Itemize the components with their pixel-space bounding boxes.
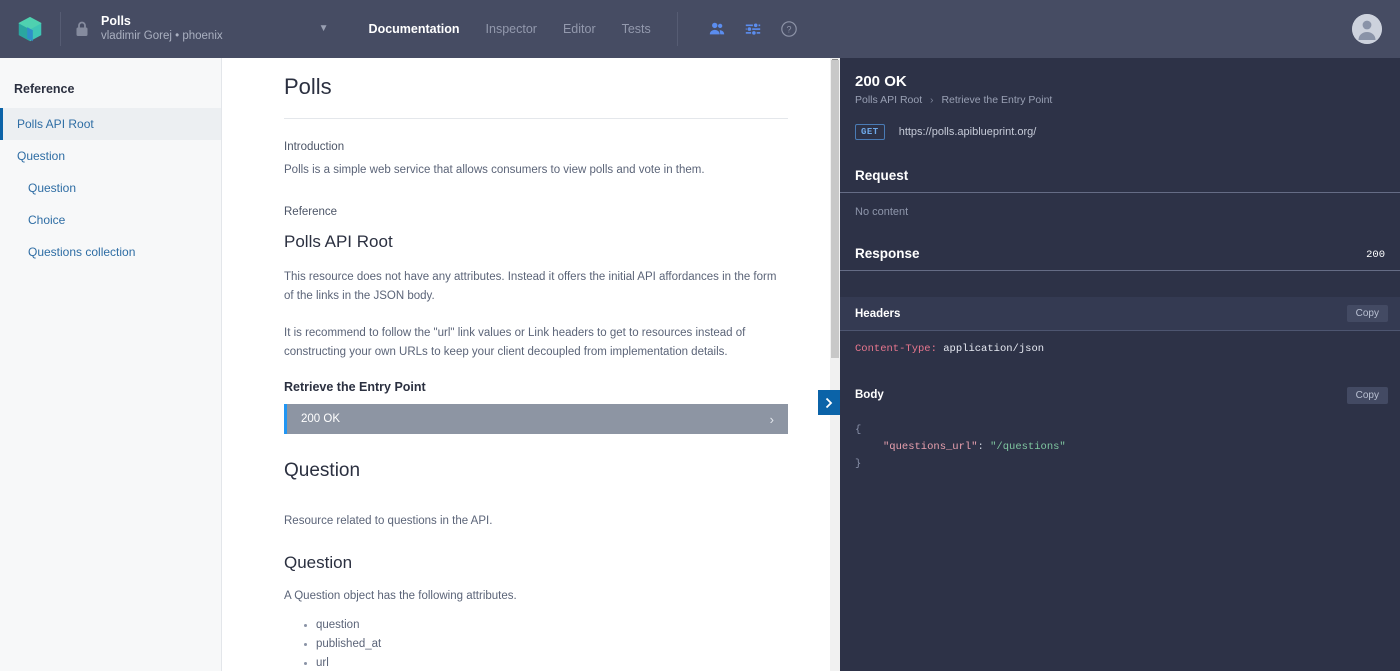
action-heading-retrieve-entry-point: Retrieve the Entry Point bbox=[284, 380, 426, 394]
request-section-label: Request bbox=[855, 168, 909, 183]
question-paragraph: A Question object has the following attr… bbox=[284, 590, 517, 602]
request-url[interactable]: https://polls.apiblueprint.org/ bbox=[899, 126, 1037, 138]
main-tabs: Documentation Inspector Editor Tests bbox=[369, 0, 651, 58]
response-panel-header: 200 OK Polls API Root › Retrieve the Ent… bbox=[840, 58, 1400, 116]
breadcrumb: Polls API Root › Retrieve the Entry Poin… bbox=[855, 94, 1385, 106]
introduction-text: Polls is a simple web service that allow… bbox=[284, 164, 705, 176]
lock-icon bbox=[76, 21, 88, 36]
response-headers-code: Content-Type: application/json bbox=[840, 331, 1400, 358]
action-bar-label: 200 OK bbox=[301, 413, 340, 425]
breadcrumb-parent[interactable]: Polls API Root bbox=[855, 94, 922, 106]
polls-api-root-paragraph-2: It is recommend to follow the "url" link… bbox=[284, 327, 746, 358]
json-key: "questions_url" bbox=[883, 441, 978, 453]
sidebar-item-question[interactable]: Question bbox=[0, 172, 221, 204]
request-section-header: Request bbox=[840, 168, 1400, 193]
sidebar-item-polls-api-root[interactable]: Polls API Root bbox=[0, 108, 221, 140]
project-switcher[interactable]: Polls vladimir Gorej • phoenix ▼ bbox=[61, 0, 339, 58]
team-members-icon[interactable] bbox=[708, 20, 726, 38]
json-value: "/questions" bbox=[990, 441, 1066, 453]
documentation-pane: Polls Introduction Polls is a simple web… bbox=[222, 58, 840, 671]
panel-toggle-button[interactable] bbox=[818, 390, 840, 415]
response-section-label: Response bbox=[855, 246, 920, 261]
list-item: question bbox=[304, 616, 788, 635]
header-key: Content-Type: bbox=[855, 343, 937, 355]
page-title: Polls bbox=[284, 58, 788, 119]
apiary-logo-icon bbox=[18, 16, 42, 42]
json-open-brace: { bbox=[855, 424, 862, 436]
copy-body-button[interactable]: Copy bbox=[1346, 386, 1388, 404]
sidebar-item-question-group[interactable]: Question bbox=[0, 140, 221, 172]
json-colon: : bbox=[977, 441, 991, 453]
sidebar-item-questions-collection[interactable]: Questions collection bbox=[0, 236, 221, 268]
svg-text:?: ? bbox=[786, 25, 791, 35]
http-method-badge: GET bbox=[855, 124, 885, 140]
divider bbox=[676, 12, 678, 46]
header-value: application/json bbox=[943, 343, 1045, 355]
request-no-content: No content bbox=[855, 206, 909, 218]
section-heading-question-group: Question bbox=[284, 460, 361, 481]
sidebar-item-choice[interactable]: Choice bbox=[0, 204, 221, 236]
introduction-label: Introduction bbox=[284, 141, 345, 153]
breadcrumb-separator-icon: › bbox=[930, 94, 934, 106]
request-url-row: GET https://polls.apiblueprint.org/ bbox=[840, 116, 1400, 140]
body-label: Body bbox=[855, 389, 884, 401]
apiary-documentation-app: Polls vladimir Gorej • phoenix ▼ Documen… bbox=[0, 0, 1400, 671]
polls-api-root-paragraph-1: This resource does not have any attribut… bbox=[284, 271, 777, 302]
json-close-brace: } bbox=[855, 458, 862, 470]
question-attributes-list: question published_at url choices (an ar… bbox=[304, 616, 788, 671]
reference-sidebar: Reference Polls API Root Question Questi… bbox=[0, 58, 222, 671]
headers-label: Headers bbox=[855, 307, 901, 320]
action-bar-200-ok[interactable]: 200 OK › bbox=[284, 404, 788, 434]
project-labels: Polls vladimir Gorej • phoenix bbox=[101, 14, 223, 44]
app-logo[interactable] bbox=[0, 14, 60, 44]
question-group-paragraph: Resource related to questions in the API… bbox=[284, 515, 493, 527]
chevron-right-icon: › bbox=[769, 411, 774, 427]
settings-sliders-icon[interactable] bbox=[744, 20, 762, 38]
section-heading-polls-api-root: Polls API Root bbox=[284, 232, 393, 251]
chevron-down-icon[interactable]: ▼ bbox=[319, 24, 329, 34]
list-item: url bbox=[304, 654, 788, 671]
tab-tests[interactable]: Tests bbox=[622, 22, 651, 36]
list-item: published_at bbox=[304, 635, 788, 654]
user-avatar-icon bbox=[1352, 14, 1382, 44]
section-heading-question: Question bbox=[284, 553, 353, 572]
sidebar-heading: Reference bbox=[14, 82, 75, 96]
tab-inspector[interactable]: Inspector bbox=[486, 22, 537, 36]
project-subtitle: vladimir Gorej • phoenix bbox=[101, 30, 223, 42]
top-bar: Polls vladimir Gorej • phoenix ▼ Documen… bbox=[0, 0, 1400, 58]
scrollbar-thumb[interactable] bbox=[831, 60, 839, 358]
documentation-content: Polls Introduction Polls is a simple web… bbox=[222, 58, 840, 671]
tab-editor[interactable]: Editor bbox=[563, 22, 596, 36]
response-body-code: { "questions_url": "/questions" } bbox=[840, 412, 1400, 473]
documentation-scrollbar[interactable] bbox=[830, 58, 840, 671]
reference-label: Reference bbox=[284, 206, 338, 218]
project-name: Polls bbox=[101, 14, 131, 28]
tab-documentation[interactable]: Documentation bbox=[369, 22, 460, 36]
chevron-right-icon bbox=[825, 397, 833, 408]
body-band: Body Copy bbox=[840, 378, 1400, 412]
status-badge: 200 bbox=[1366, 249, 1385, 261]
response-title: 200 OK bbox=[855, 73, 907, 90]
top-bar-icons: ? bbox=[708, 20, 798, 38]
headers-band: Headers Copy bbox=[840, 297, 1400, 331]
avatar[interactable] bbox=[1352, 14, 1382, 44]
copy-headers-button[interactable]: Copy bbox=[1346, 305, 1388, 322]
response-panel: 200 OK Polls API Root › Retrieve the Ent… bbox=[840, 58, 1400, 671]
response-section-header: Response 200 bbox=[840, 246, 1400, 271]
help-icon[interactable]: ? bbox=[780, 20, 798, 38]
breadcrumb-child: Retrieve the Entry Point bbox=[941, 94, 1053, 106]
